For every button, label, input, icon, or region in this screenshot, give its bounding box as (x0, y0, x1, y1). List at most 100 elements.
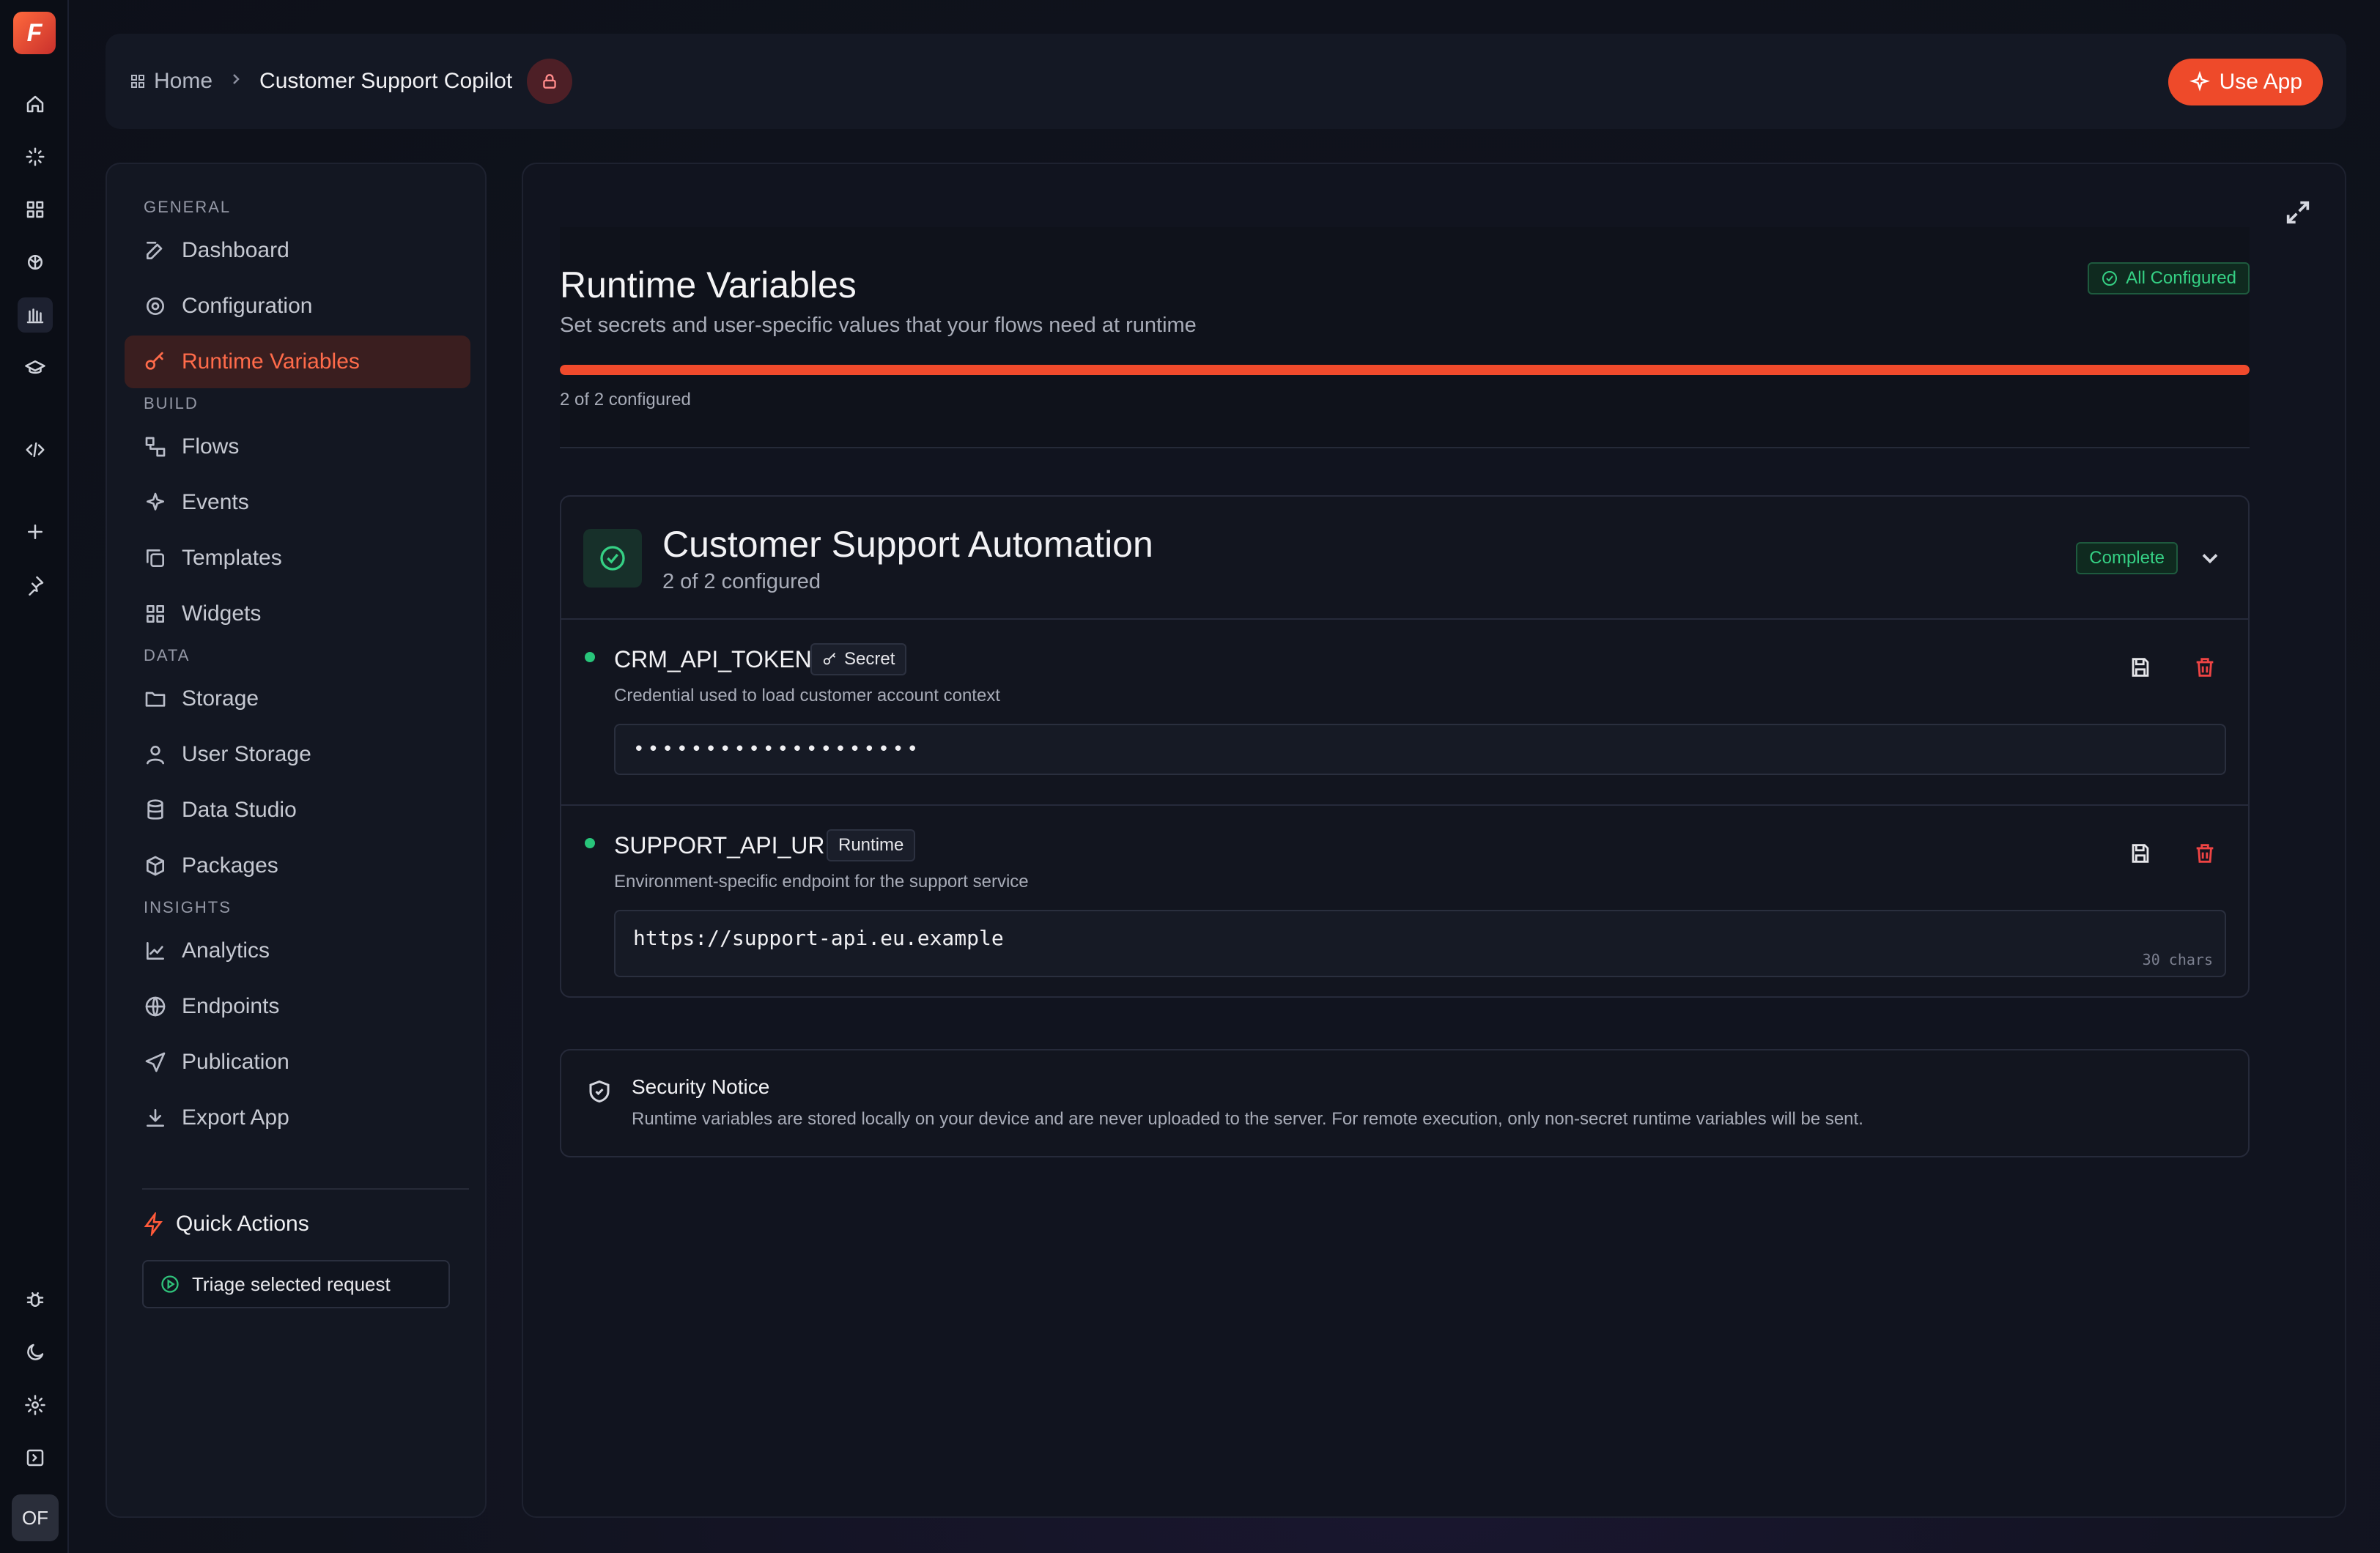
sidebar-item-label: User Storage (182, 742, 311, 766)
save-icon[interactable] (2128, 655, 2154, 681)
notice-title: Security Notice (632, 1075, 770, 1098)
main-panel: Runtime Variables Set secrets and user-s… (522, 163, 2346, 1518)
sidebar-item-flows[interactable]: Flows (125, 420, 470, 473)
sidebar-item-label: Data Studio (182, 798, 297, 822)
send-icon (145, 1052, 166, 1072)
sidebar-divider (142, 1188, 469, 1190)
sparkles-icon (2189, 71, 2210, 92)
sidebar-item-widgets[interactable]: Widgets (125, 588, 470, 640)
progress-fill (560, 365, 2250, 375)
sidebar-item-label: Endpoints (182, 994, 280, 1018)
breadcrumb: Home Customer Support Copilot (129, 34, 573, 129)
header-divider (560, 447, 2250, 448)
breadcrumb-current: Customer Support Copilot (259, 69, 513, 93)
expand-icon[interactable] (2283, 198, 2313, 227)
runtime-variables-header: Runtime Variables Set secrets and user-s… (560, 227, 2250, 447)
progress-bar (560, 365, 2250, 375)
quick-action-label: Triage selected request (192, 1272, 391, 1295)
sidebar-item-configuration[interactable]: Configuration (125, 280, 470, 333)
quick-actions-label: Quick Actions (176, 1212, 309, 1236)
sidebar-item-data-studio[interactable]: Data Studio (125, 784, 470, 837)
support-api-url-value: https://support-api.eu.example (633, 926, 1004, 950)
shield-icon (589, 1080, 610, 1103)
code-icon[interactable] (18, 432, 53, 467)
quick-actions-title: Quick Actions (142, 1212, 309, 1237)
collapse-sidebar-icon[interactable] (18, 1440, 53, 1475)
sparkles-icon[interactable] (18, 139, 53, 174)
status-dot (585, 652, 595, 662)
lightning-icon (144, 1212, 163, 1236)
group-status-badge: Complete (2076, 542, 2178, 574)
app-logo[interactable]: F (13, 12, 56, 54)
sidebar-item-user-storage[interactable]: User Storage (125, 728, 470, 781)
char-count: 30 chars (2142, 951, 2213, 968)
breadcrumb-home-label: Home (154, 69, 213, 93)
tag-label: Secret (844, 649, 895, 669)
status-badge: All Configured (2088, 262, 2250, 294)
delete-icon[interactable] (2192, 655, 2219, 681)
lock-icon[interactable] (527, 59, 573, 104)
sparkles-icon (147, 492, 164, 511)
sidebar-item-publication[interactable]: Publication (125, 1036, 470, 1089)
library-icon[interactable] (18, 297, 53, 333)
section-data: DATA (144, 646, 191, 664)
download-icon (147, 1109, 164, 1127)
globe-icon (145, 996, 166, 1017)
gear-icon (147, 297, 164, 315)
sidebar-item-runtime-variables[interactable]: Runtime Variables (125, 336, 470, 388)
variable-description: Credential used to load customer account… (614, 686, 1000, 705)
notice-text: Runtime variables are stored locally on … (632, 1109, 1863, 1129)
variable-name: CRM_API_TOKEN (614, 646, 812, 672)
plus-icon[interactable] (18, 514, 53, 549)
sidebar-item-label: Widgets (182, 601, 262, 626)
variable-name: SUPPORT_API_URL (614, 832, 838, 859)
group-header[interactable]: Customer Support Automation 2 of 2 confi… (561, 497, 2248, 620)
support-api-url-field[interactable]: https://support-api.eu.example 30 chars (614, 910, 2226, 977)
sidebar-item-analytics[interactable]: Analytics (125, 924, 470, 977)
use-app-button[interactable]: Use App (2168, 59, 2323, 105)
runtime-tag: Runtime (827, 829, 916, 861)
save-icon[interactable] (2128, 841, 2154, 867)
section-build: BUILD (144, 394, 199, 412)
sidebar-item-label: Configuration (182, 294, 313, 318)
delete-icon[interactable] (2192, 841, 2219, 867)
sidebar-item-export-app[interactable]: Export App (125, 1091, 470, 1144)
variable-row: CRM_API_TOKEN Secret Credential used to … (561, 620, 2248, 804)
bug-icon[interactable] (18, 1282, 53, 1317)
sidebar-item-endpoints[interactable]: Endpoints (125, 980, 470, 1033)
variable-row: SUPPORT_API_URL Runtime Environment-spec… (561, 804, 2248, 996)
sidebar-item-packages[interactable]: Packages (125, 839, 470, 892)
play-circle-icon (161, 1275, 179, 1293)
user-avatar[interactable]: OF (12, 1494, 59, 1541)
pin-icon[interactable] (18, 567, 53, 602)
secret-tag: Secret (810, 643, 907, 675)
group-subtitle: 2 of 2 configured (662, 570, 821, 593)
top-header: Home Customer Support Copilot Use App (106, 34, 2346, 129)
home-icon[interactable] (18, 86, 53, 122)
sidebar-item-label: Packages (182, 853, 278, 878)
crm-api-token-field[interactable]: •••••••••••••••••••• (614, 724, 2226, 775)
use-app-label: Use App (2219, 70, 2302, 94)
sidebar-item-label: Storage (182, 686, 259, 711)
package-icon (147, 856, 164, 876)
page-title: Runtime Variables (560, 264, 857, 305)
sidebar-item-label: Runtime Variables (182, 349, 360, 374)
variable-description: Environment-specific endpoint for the su… (614, 872, 1029, 892)
breadcrumb-home[interactable]: Home (129, 69, 212, 94)
sidebar-item-templates[interactable]: Templates (125, 532, 470, 585)
quick-action-triage-button[interactable]: Triage selected request (142, 1260, 450, 1308)
sidebar-item-dashboard[interactable]: Dashboard (125, 224, 470, 277)
security-notice: Security Notice Runtime variables are st… (560, 1049, 2250, 1157)
moon-icon[interactable] (18, 1335, 53, 1370)
chevron-right-icon (227, 69, 245, 94)
sidebar-item-storage[interactable]: Storage (125, 672, 470, 725)
graduation-cap-icon[interactable] (18, 350, 53, 385)
status-dot (585, 838, 595, 848)
chevron-down-icon[interactable] (2197, 545, 2223, 571)
sidebar-item-events[interactable]: Events (125, 476, 470, 529)
brain-icon[interactable] (18, 245, 53, 280)
settings-icon[interactable] (18, 1387, 53, 1423)
sidebar-item-label: Templates (182, 546, 282, 570)
edit-icon (147, 242, 163, 259)
grid-icon[interactable] (18, 192, 53, 227)
